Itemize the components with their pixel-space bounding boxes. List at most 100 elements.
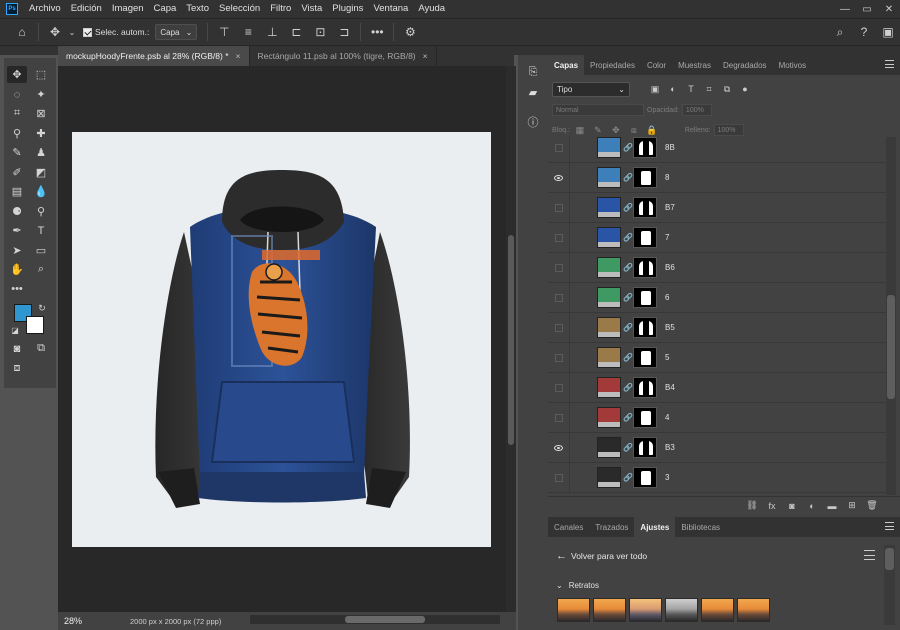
add-mask-icon[interactable]: ◙ (782, 499, 802, 513)
menu-filtro[interactable]: Filtro (265, 0, 296, 18)
filter-smartobject-icon[interactable]: ⧉ (720, 82, 734, 96)
close-icon[interactable]: × (423, 51, 428, 61)
tab-color[interactable]: Color (641, 55, 672, 75)
link-icon[interactable]: 🔗 (623, 473, 633, 482)
eye-icon[interactable] (548, 162, 570, 193)
preset-thumbnail[interactable] (701, 598, 734, 622)
crop-tool-icon[interactable]: ⌗ (7, 105, 27, 122)
lock-artboard-icon[interactable]: ⧈ (627, 123, 641, 137)
visibility-toggle[interactable] (548, 462, 570, 493)
layer-mask-thumbnail[interactable] (633, 257, 657, 278)
visibility-toggle[interactable] (548, 402, 570, 433)
close-icon[interactable]: × (236, 51, 241, 61)
screen-mode-icon[interactable]: ⧉ (31, 340, 51, 357)
visibility-toggle[interactable] (548, 372, 570, 403)
help-icon[interactable]: ? (852, 20, 876, 44)
tab-canales[interactable]: Canales (548, 517, 589, 537)
tab-trazados[interactable]: Trazados (589, 517, 634, 537)
magic-wand-icon[interactable]: ✦ (31, 86, 51, 103)
layer-thumbnail[interactable] (597, 167, 621, 188)
lock-transparency-icon[interactable]: ▦ (573, 123, 587, 137)
stamp-tool-icon[interactable]: ♟ (31, 144, 51, 161)
gradient-tool-icon[interactable]: ▤ (7, 183, 27, 200)
tab-propiedades[interactable]: Propiedades (584, 55, 641, 75)
layer-mask-thumbnail[interactable] (633, 167, 657, 188)
burn-tool-icon[interactable]: ⚲ (31, 203, 51, 220)
layer-row[interactable]: 🔗 3 (548, 462, 886, 493)
quick-mask-icon[interactable]: ◙ (7, 340, 27, 357)
new-group-icon[interactable]: ▬ (822, 499, 842, 513)
layer-mask-thumbnail[interactable] (633, 197, 657, 218)
filter-pixel-icon[interactable]: ▣ (648, 82, 662, 96)
minimize-icon[interactable]: — (834, 0, 856, 18)
document-canvas[interactable] (72, 132, 491, 547)
eraser-icon[interactable]: ◩ (31, 164, 51, 181)
tab-degradados[interactable]: Degradados (717, 55, 773, 75)
layer-thumbnail[interactable] (597, 347, 621, 368)
menu-edicion[interactable]: Edición (66, 0, 107, 18)
layer-row[interactable]: 🔗 7 (548, 222, 886, 253)
link-icon[interactable]: 🔗 (623, 263, 633, 272)
layer-thumbnail[interactable] (597, 467, 621, 488)
presets-section-header[interactable]: ⌄ Retratos (556, 579, 599, 591)
visibility-toggle[interactable] (548, 312, 570, 343)
align-bottom-icon[interactable]: ⊥ (260, 20, 284, 44)
link-icon[interactable]: 🔗 (623, 293, 633, 302)
layer-mask-thumbnail[interactable] (633, 317, 657, 338)
pen-tool-icon[interactable]: ✒ (7, 222, 27, 239)
visibility-toggle[interactable] (548, 282, 570, 313)
link-icon[interactable]: 🔗 (623, 443, 633, 452)
layer-mask-thumbnail[interactable] (633, 377, 657, 398)
align-hcenter-icon[interactable]: ⊡ (308, 20, 332, 44)
menu-vista[interactable]: Vista (296, 0, 327, 18)
layer-row[interactable]: 🔗 B4 (548, 372, 886, 403)
link-icon[interactable]: 🔗 (623, 233, 633, 242)
hand-tool-icon[interactable]: ✋ (7, 261, 27, 278)
dodge-tool-icon[interactable]: ⚈ (7, 203, 27, 220)
layer-thumbnail[interactable] (597, 407, 621, 428)
visibility-toggle[interactable] (548, 222, 570, 253)
layer-row[interactable]: 🔗 5 (548, 342, 886, 373)
eyedropper-icon[interactable]: ⚲ (7, 125, 27, 142)
layer-row[interactable]: 🔗 B7 (548, 192, 886, 223)
layer-mask-thumbnail[interactable] (633, 227, 657, 248)
layer-mask-thumbnail[interactable] (633, 467, 657, 488)
align-left-icon[interactable]: ⊏ (284, 20, 308, 44)
zoom-tool-icon[interactable]: ⌕ (31, 261, 51, 278)
tab-motivos[interactable]: Motivos (773, 55, 813, 75)
eye-icon[interactable] (548, 432, 570, 463)
menu-plugins[interactable]: Plugins (327, 0, 368, 18)
new-layer-icon[interactable]: ⊞ (842, 499, 862, 513)
zoom-level[interactable]: 28% (64, 614, 94, 628)
layer-filter-dropdown[interactable]: Tipo ⌄ (552, 81, 630, 97)
frame-tool-icon[interactable]: ⊠ (31, 105, 51, 122)
history-icon[interactable]: ⎘ (524, 63, 542, 81)
filter-adjustment-icon[interactable]: ◐ (666, 82, 680, 96)
canvas-horizontal-scroll-thumb[interactable] (345, 616, 425, 623)
lasso-tool-icon[interactable]: ◌ (7, 86, 27, 103)
layer-thumbnail[interactable] (597, 197, 621, 218)
layer-thumbnail[interactable] (597, 137, 621, 158)
layer-row[interactable]: 🔗 8B (548, 137, 886, 163)
swap-colors-icon[interactable]: ↻ (36, 300, 48, 317)
default-colors-icon[interactable]: ◪ (9, 322, 21, 339)
layer-mask-thumbnail[interactable] (633, 287, 657, 308)
search-icon[interactable]: ⌕ (828, 20, 852, 44)
link-icon[interactable]: 🔗 (623, 203, 633, 212)
delete-layer-icon[interactable]: 🗑 (862, 499, 882, 513)
preset-thumbnail[interactable] (557, 598, 590, 622)
marquee-tool-icon[interactable]: ⬚ (31, 66, 51, 83)
layer-thumbnail[interactable] (597, 437, 621, 458)
opacity-field[interactable]: 100% (681, 104, 712, 116)
preset-thumbnail[interactable] (629, 598, 662, 622)
menu-ayuda[interactable]: Ayuda (413, 0, 450, 18)
preset-thumbnail[interactable] (593, 598, 626, 622)
auto-select-target-dropdown[interactable]: Capa ⌄ (155, 24, 198, 40)
align-vcenter-icon[interactable]: ≡ (236, 20, 260, 44)
align-top-icon[interactable]: ⊤ (212, 20, 236, 44)
background-color-swatch[interactable] (26, 316, 44, 334)
filter-toggle-icon[interactable]: ● (738, 82, 752, 96)
preset-thumbnail[interactable] (665, 598, 698, 622)
artboard-icon[interactable]: ⧈ (7, 360, 27, 377)
maximize-icon[interactable]: ▭ (856, 0, 878, 18)
